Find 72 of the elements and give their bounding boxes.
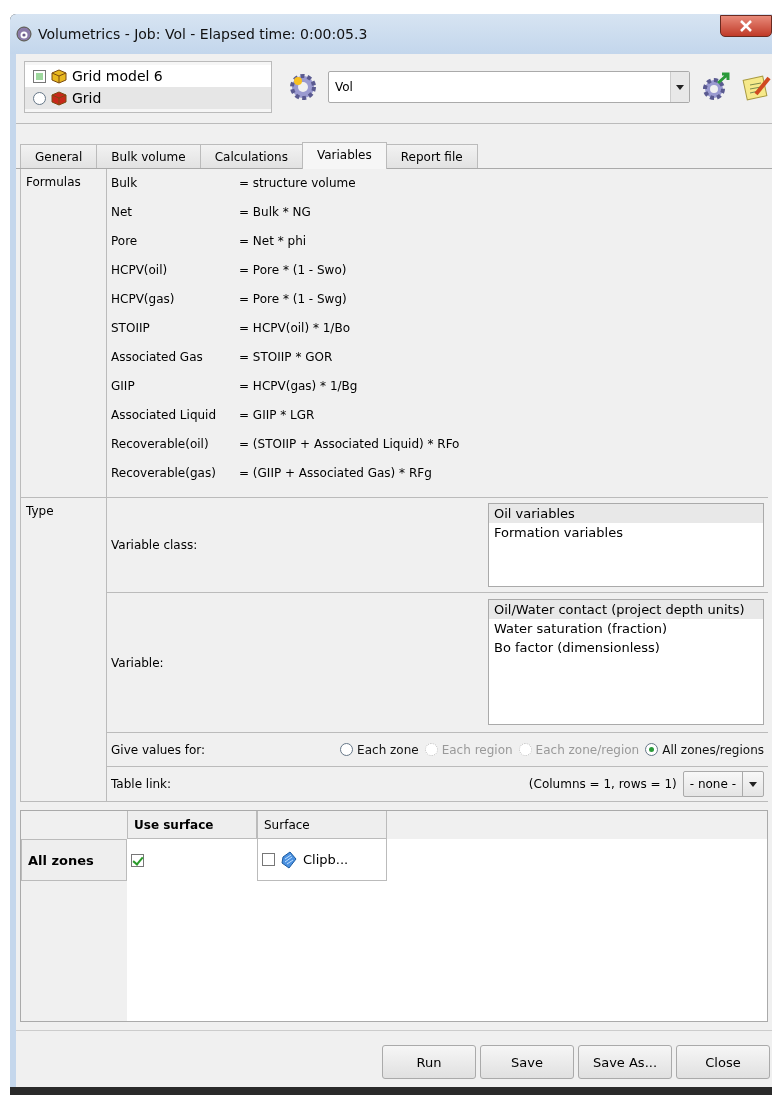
model-item[interactable]: Grid model 6 bbox=[25, 65, 271, 87]
formula-expression: = GIIP * LGR bbox=[239, 407, 316, 424]
app-icon bbox=[16, 26, 32, 42]
formula-name: STOIIP bbox=[111, 320, 151, 337]
formula-expression: = Bulk * NG bbox=[239, 204, 312, 221]
surface-name: Clipb... bbox=[303, 852, 349, 867]
checkbox[interactable] bbox=[33, 69, 46, 83]
tab[interactable]: Variables bbox=[301, 142, 387, 169]
section-label: Type bbox=[21, 498, 107, 801]
list-item[interactable]: Formation variables bbox=[489, 523, 763, 542]
formula-expression: = structure volume bbox=[239, 175, 357, 192]
dialog-button[interactable]: Run bbox=[382, 1045, 476, 1079]
formula-expression: = (STOIIP + Associated Liquid) * RFo bbox=[239, 436, 461, 453]
formula-name: Bulk bbox=[111, 175, 139, 192]
window-title: Volumetrics - Job: Vol - Elapsed time: 0:00:05.3 bbox=[38, 26, 369, 42]
formula-name: HCPV(gas) bbox=[111, 291, 176, 308]
field-label: Give values for: bbox=[111, 742, 206, 757]
close-icon bbox=[739, 20, 753, 32]
formula-expression: = STOIIP * GOR bbox=[239, 349, 334, 366]
list-item[interactable]: Water saturation (fraction) bbox=[489, 619, 763, 638]
tab[interactable]: General bbox=[20, 144, 98, 168]
tab[interactable]: Bulk volume bbox=[96, 144, 201, 168]
formula-name: Net bbox=[111, 204, 134, 221]
cube-icon bbox=[51, 68, 67, 84]
list-item[interactable]: Oil/Water contact (project depth units) bbox=[489, 600, 763, 619]
field-label: Variable: bbox=[111, 655, 164, 670]
dialog-button[interactable]: Close bbox=[676, 1045, 770, 1079]
surface-icon bbox=[280, 850, 298, 869]
formula-expression: = HCPV(oil) * 1/Bo bbox=[239, 320, 351, 337]
dialog-button[interactable]: Save As... bbox=[578, 1045, 672, 1079]
radio-button[interactable] bbox=[340, 743, 354, 756]
list-item[interactable]: Bo factor (dimensionless) bbox=[489, 638, 763, 657]
radio-option[interactable]: Each zone bbox=[340, 742, 419, 757]
dialog-button[interactable]: Save bbox=[480, 1045, 574, 1079]
table-link-dropdown[interactable]: - none - bbox=[682, 771, 764, 797]
table-size-info: (Columns = 1, rows = 1) bbox=[528, 777, 677, 791]
formula-expression: = (GIIP + Associated Gas) * RFg bbox=[239, 465, 433, 482]
field-label: Table link: bbox=[111, 777, 172, 791]
formula-name: GIIP bbox=[111, 378, 136, 395]
field-label: Variable class: bbox=[111, 538, 198, 552]
formula-expression: = Net * phi bbox=[239, 233, 308, 250]
gear-arrow-icon[interactable] bbox=[700, 71, 732, 103]
tab[interactable]: Report file bbox=[385, 144, 478, 168]
row-header: All zones bbox=[21, 839, 127, 881]
formula-name: HCPV(oil) bbox=[111, 262, 169, 279]
formula-name: Recoverable(gas) bbox=[111, 465, 217, 482]
model-label: Grid model 6 bbox=[72, 68, 163, 84]
job-dropdown[interactable]: Vol bbox=[328, 71, 690, 103]
formula-name: Associated Gas bbox=[111, 349, 204, 366]
list-item[interactable]: Oil variables bbox=[489, 504, 763, 523]
section-label: Formulas bbox=[21, 169, 107, 497]
model-item[interactable]: Grid bbox=[25, 87, 271, 109]
formula-expression: = Pore * (1 - Swg) bbox=[239, 291, 348, 308]
formula-name: Recoverable(oil) bbox=[111, 436, 210, 453]
column-header: Surface bbox=[257, 811, 387, 839]
cube-icon bbox=[51, 90, 67, 106]
formula-expression: = HCPV(gas) * 1/Bg bbox=[239, 378, 359, 395]
caret-icon bbox=[676, 84, 684, 90]
formula-expression: = Pore * (1 - Swo) bbox=[239, 262, 348, 279]
formula-name: Pore bbox=[111, 233, 139, 250]
radio-button[interactable] bbox=[645, 743, 659, 756]
checkbox[interactable] bbox=[262, 853, 275, 866]
checkbox[interactable] bbox=[131, 853, 144, 867]
radio-option[interactable]: All zones/regions bbox=[645, 742, 764, 757]
tab[interactable]: Calculations bbox=[199, 144, 303, 168]
gear-icon[interactable] bbox=[288, 72, 318, 102]
close-button[interactable] bbox=[720, 15, 772, 37]
column-header: Use surface bbox=[127, 811, 257, 839]
caret-icon bbox=[749, 781, 757, 787]
formula-name: Associated Liquid bbox=[111, 407, 218, 424]
radio-button[interactable] bbox=[33, 91, 46, 105]
model-label: Grid bbox=[72, 90, 102, 106]
